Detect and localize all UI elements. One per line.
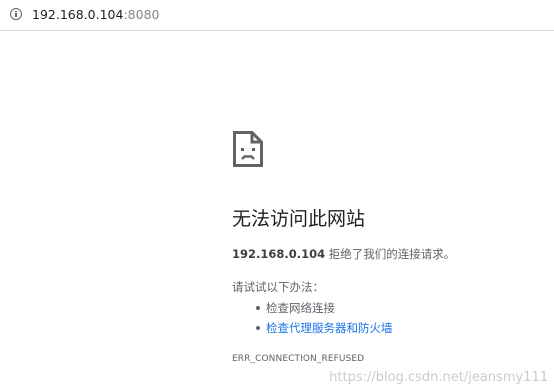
url-port: :8080 xyxy=(123,7,160,22)
url-host: 192.168.0.104 xyxy=(32,7,124,22)
bullet xyxy=(256,306,260,310)
browser-page: 192.168.0.104:8080 无法访问此网站 192.168.0.104… xyxy=(0,0,554,390)
sad-document-icon xyxy=(233,131,263,167)
url-display[interactable]: 192.168.0.104:8080 xyxy=(32,7,159,23)
error-message: 拒绝了我们的连接请求。 xyxy=(325,247,456,261)
bullet xyxy=(256,326,260,330)
error-title: 无法访问此网站 xyxy=(232,208,366,230)
suggestions-heading: 请试试以下办法： xyxy=(232,280,324,294)
error-code: ERR_CONNECTION_REFUSED xyxy=(232,354,365,364)
suggestion-label: 检查网络连接 xyxy=(266,301,335,315)
check-proxy-firewall-link[interactable]: 检查代理服务器和防火墙 xyxy=(266,321,393,335)
watermark: https://blog.csdn.net/jeansmy111 xyxy=(329,370,548,385)
error-host: 192.168.0.104 xyxy=(232,247,326,261)
suggestion-check-connection: 检查网络连接 xyxy=(232,298,393,318)
address-bar[interactable]: 192.168.0.104:8080 xyxy=(0,0,554,31)
suggestions-list: 检查网络连接 检查代理服务器和防火墙 xyxy=(232,298,393,338)
suggestion-check-proxy-firewall[interactable]: 检查代理服务器和防火墙 xyxy=(232,318,393,338)
error-description: 192.168.0.104 拒绝了我们的连接请求。 xyxy=(232,246,455,262)
info-icon[interactable] xyxy=(10,8,22,20)
